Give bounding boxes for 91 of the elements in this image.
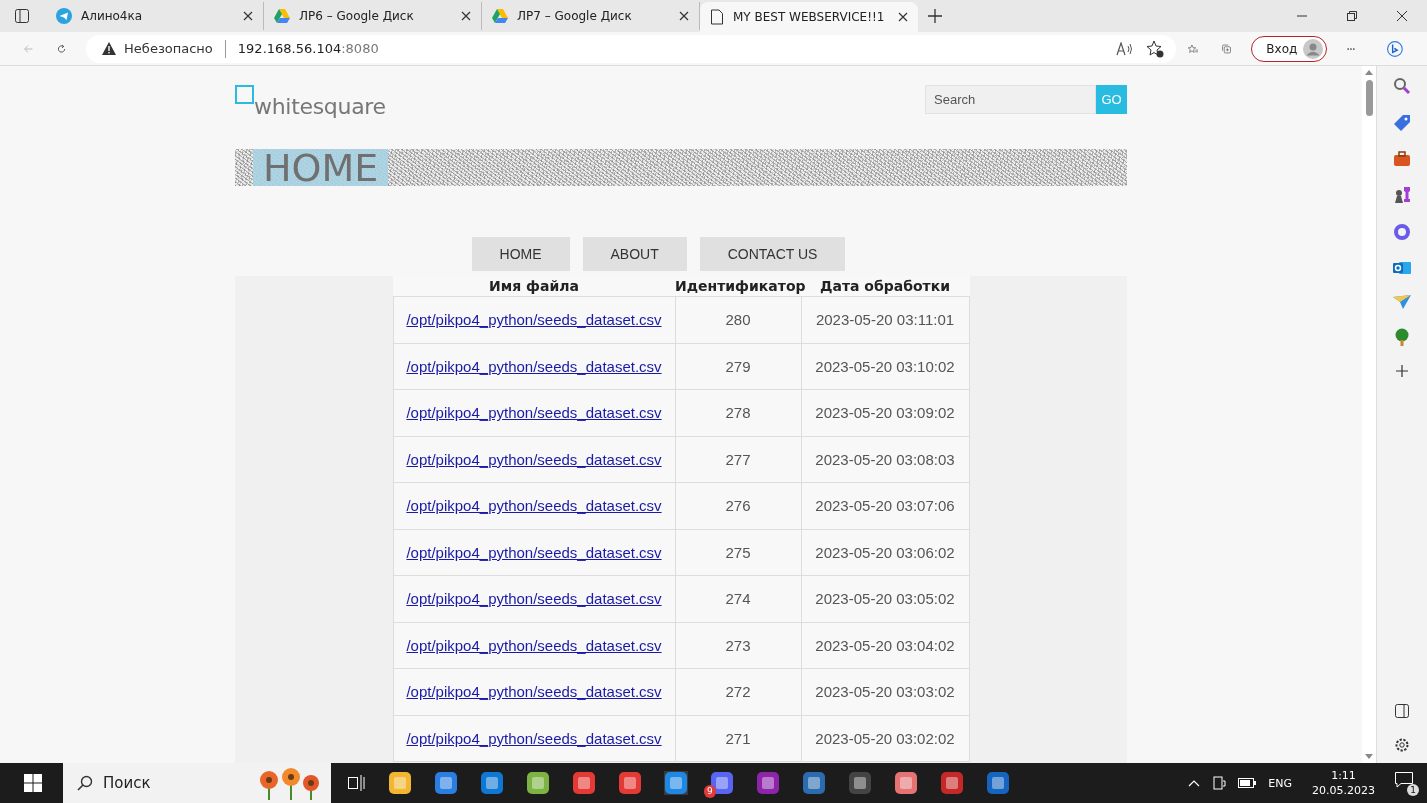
ring-icon[interactable] xyxy=(1393,223,1411,241)
scrollbar-thumb[interactable] xyxy=(1365,80,1373,116)
square-icon xyxy=(235,85,254,104)
add-icon[interactable] xyxy=(1396,365,1408,377)
search-field[interactable]: Search xyxy=(925,85,1096,114)
app-icon[interactable] xyxy=(526,771,550,795)
app-icon[interactable] xyxy=(848,771,872,795)
restore-icon[interactable] xyxy=(1347,11,1357,21)
app-icon[interactable] xyxy=(802,771,826,795)
tag-icon[interactable] xyxy=(1393,114,1411,132)
taskbar-search-field[interactable]: Поиск xyxy=(63,763,331,803)
windows-start-icon[interactable] xyxy=(24,774,42,792)
paper-plane-icon[interactable] xyxy=(1393,295,1411,309)
table-cell: 2023-05-20 03:09:02 xyxy=(815,404,955,422)
triangle-icon xyxy=(274,9,290,23)
table-cell: 2023-05-20 03:03:02 xyxy=(815,683,955,701)
browser-tab[interactable]: ЛР7 – Google Диск xyxy=(482,2,700,30)
app-icon[interactable] xyxy=(618,771,642,795)
tab-actions-icon[interactable] xyxy=(14,8,30,24)
table-cell: 2023-05-20 03:10:02 xyxy=(815,357,955,375)
table-cell: 2023-05-20 03:04:02 xyxy=(815,636,955,654)
address-field[interactable]: Небезопасно 192.168.56.104:8080 xyxy=(86,34,1177,63)
table-cell: 280 xyxy=(725,311,751,329)
browser-tab[interactable]: MY BEST WEBSERVICE!!1 xyxy=(700,2,918,32)
settings-icon[interactable] xyxy=(1394,737,1410,753)
nav-button[interactable]: HOME xyxy=(471,237,570,271)
warning-icon xyxy=(102,42,117,55)
tree-icon[interactable] xyxy=(1394,328,1410,346)
nav-button[interactable]: ABOUT xyxy=(582,237,687,271)
table-cell: 272 xyxy=(725,683,751,701)
app-icon[interactable] xyxy=(388,771,412,795)
chess-pieces-icon[interactable] xyxy=(1393,186,1411,204)
task-view-icon[interactable] xyxy=(348,775,366,791)
mail-icon[interactable] xyxy=(1393,260,1411,276)
read-aloud-icon[interactable] xyxy=(1116,41,1135,56)
chevron-up-icon[interactable] xyxy=(1188,779,1201,787)
notification-badge: 9 xyxy=(704,785,716,798)
star-plus-icon[interactable] xyxy=(1146,39,1165,58)
app-icon[interactable] xyxy=(664,771,688,795)
triangle-icon xyxy=(492,9,508,23)
app-icon[interactable] xyxy=(894,771,918,795)
language-indicator[interactable]: ENG xyxy=(1268,776,1292,790)
browser-tab[interactable]: Алино4ка xyxy=(46,2,264,30)
app-icon[interactable] xyxy=(572,771,596,795)
page-icon xyxy=(710,9,724,25)
table-cell: 2023-05-20 03:07:06 xyxy=(815,497,955,515)
table-cell: 279 xyxy=(725,357,751,375)
nav-button[interactable]: CONTACT US xyxy=(699,237,846,271)
table-cell: 278 xyxy=(725,404,751,422)
security-label: Небезопасно xyxy=(124,41,213,56)
scroll-down-icon[interactable] xyxy=(1365,754,1373,759)
table-cell: 275 xyxy=(725,543,751,561)
table-cell: 277 xyxy=(725,450,751,468)
page-title: HOME xyxy=(253,149,389,186)
table-cell: 273 xyxy=(725,636,751,654)
column-header: Имя файла xyxy=(393,276,675,297)
chat-app-icon[interactable] xyxy=(710,771,734,795)
avatar-icon xyxy=(1303,38,1324,59)
sign-in-button[interactable]: Вход xyxy=(1251,35,1328,62)
paper-plane-icon xyxy=(56,8,72,24)
search-icon[interactable] xyxy=(1393,77,1411,95)
device-icon[interactable] xyxy=(1212,776,1227,790)
clock[interactable]: 1:11 20.05.2023 xyxy=(1312,768,1375,798)
close-icon[interactable] xyxy=(1397,11,1407,21)
search-icon xyxy=(77,775,93,791)
close-icon[interactable] xyxy=(679,11,689,21)
app-icon[interactable] xyxy=(986,771,1010,795)
toolbox-icon[interactable] xyxy=(1393,151,1411,167)
logo[interactable]: whitesquare xyxy=(235,85,386,119)
table-cell: 274 xyxy=(725,590,751,608)
table-cell: 2023-05-20 03:06:02 xyxy=(815,543,955,561)
scroll-up-icon[interactable] xyxy=(1365,70,1373,75)
table-cell: 271 xyxy=(725,729,751,747)
more-icon[interactable] xyxy=(1347,46,1356,51)
table-cell: 2023-05-20 03:05:02 xyxy=(815,590,955,608)
browser-tab[interactable]: ЛР6 – Google Диск xyxy=(264,2,482,30)
app-icon[interactable] xyxy=(940,771,964,795)
close-icon[interactable] xyxy=(898,12,908,22)
app-icon[interactable] xyxy=(480,771,504,795)
close-icon[interactable] xyxy=(461,11,471,21)
new-tab-icon[interactable] xyxy=(928,9,942,23)
battery-icon[interactable] xyxy=(1238,778,1257,788)
url-text: 192.168.56.104:8080 xyxy=(237,41,379,56)
table-cell: 2023-05-20 03:11:01 xyxy=(815,311,955,329)
sidebar-panel-icon[interactable] xyxy=(1395,704,1409,718)
table-cell: 2023-05-20 03:08:03 xyxy=(815,450,955,468)
app-icon[interactable] xyxy=(756,771,780,795)
app-icon[interactable] xyxy=(434,771,458,795)
table-cell: 2023-05-20 03:02:02 xyxy=(815,729,955,747)
table-cell: 276 xyxy=(725,497,751,515)
close-icon[interactable] xyxy=(243,11,253,21)
